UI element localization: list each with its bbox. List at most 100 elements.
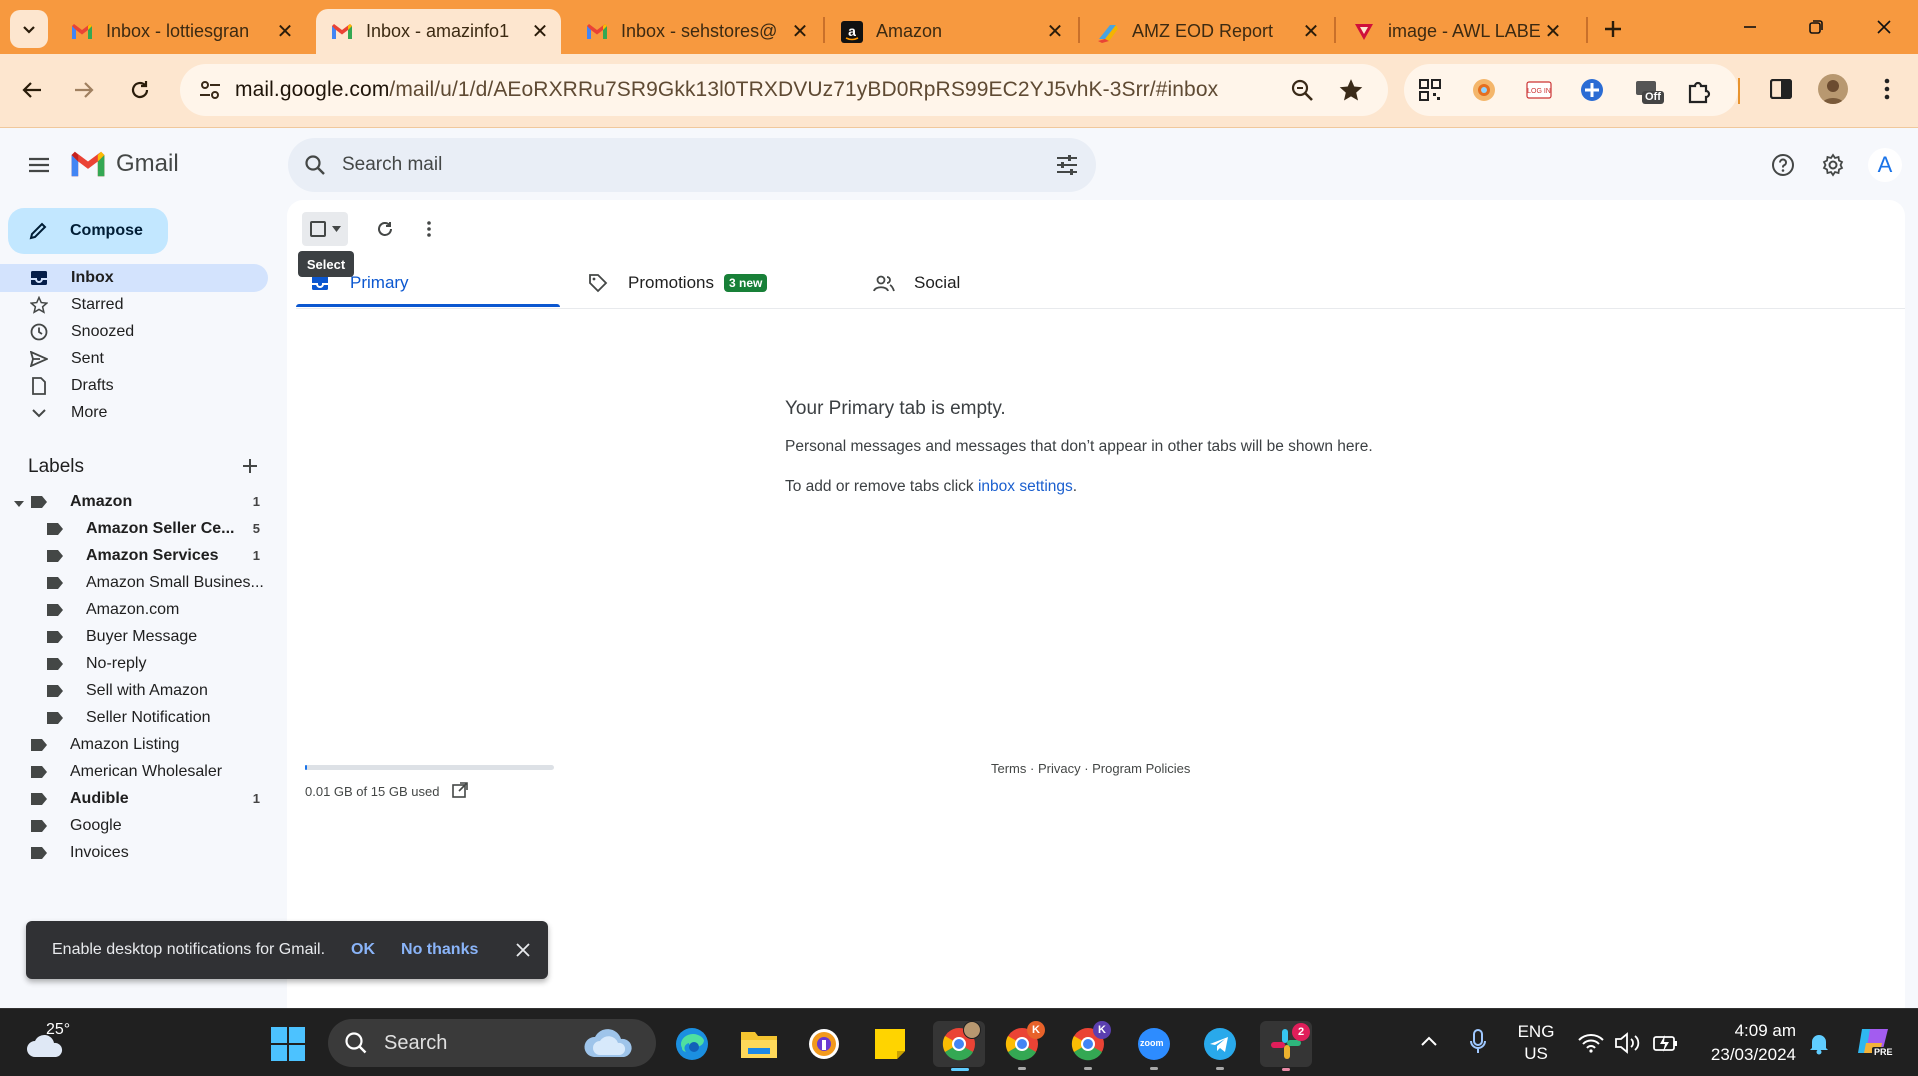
taskbar-search[interactable]: Search (328, 1019, 656, 1067)
create-label-button[interactable] (238, 454, 262, 478)
close-icon[interactable]: ✕ (789, 21, 811, 43)
forward-button[interactable] (64, 70, 104, 110)
reload-button[interactable] (120, 70, 160, 110)
sticky-notes-taskbar-icon[interactable] (867, 1021, 913, 1067)
label-item[interactable]: Amazon Small Busines... (0, 569, 270, 596)
qr-code-extension-icon[interactable] (1418, 78, 1442, 102)
gmail-logo[interactable]: Gmail (70, 150, 179, 178)
login-extension-icon[interactable]: LOG IN (1526, 78, 1552, 102)
tab-search-button[interactable] (10, 10, 48, 48)
nav-item-starred[interactable]: Starred (0, 291, 270, 319)
minimize-button[interactable] (1730, 10, 1770, 44)
snackbar-ok-button[interactable]: OK (351, 941, 375, 959)
program-policies-link[interactable]: Program Policies (1092, 761, 1190, 776)
label-item[interactable]: Buyer Message (0, 623, 270, 650)
chrome-taskbar-icon-active[interactable] (933, 1021, 985, 1071)
nav-item-drafts[interactable]: Drafts (0, 372, 270, 400)
close-icon[interactable] (516, 943, 531, 957)
tab-promotions[interactable]: Promotions 3 new (586, 262, 846, 304)
clock[interactable]: 4:09 am 23/03/2024 (1700, 1019, 1796, 1067)
address-bar[interactable]: mail.google.com/mail/u/1/d/AEoRXRRu7SR9G… (180, 64, 1388, 116)
main-menu-button[interactable] (22, 148, 56, 182)
refresh-button[interactable] (370, 214, 400, 244)
label-item[interactable]: Seller Notification (0, 704, 270, 731)
back-button[interactable] (12, 70, 52, 110)
label-name: Amazon Small Busines... (86, 573, 264, 591)
new-tab-button[interactable] (1596, 12, 1630, 46)
volume-icon[interactable] (1614, 1031, 1642, 1055)
label-item[interactable]: Google (0, 812, 270, 839)
support-button[interactable] (1768, 150, 1798, 180)
label-item[interactable]: Amazon.com (0, 596, 270, 623)
close-icon[interactable]: ✕ (1542, 21, 1564, 43)
close-icon[interactable]: ✕ (274, 21, 296, 43)
close-icon[interactable]: ✕ (529, 21, 551, 43)
side-panel-button[interactable] (1764, 72, 1798, 106)
label-item[interactable]: Amazon Seller Ce... 5 (0, 515, 270, 542)
browser-tab[interactable]: image - AWL LABE ✕ (1338, 9, 1574, 54)
browser-tab[interactable]: Inbox - sehstores@ ✕ (571, 9, 821, 54)
microphone-icon[interactable] (1470, 1029, 1486, 1055)
color-picker-extension-icon[interactable] (1472, 78, 1496, 102)
nav-item-inbox[interactable]: Inbox (0, 264, 268, 292)
restore-button[interactable] (1796, 10, 1836, 44)
compose-button[interactable]: Compose (8, 208, 168, 254)
label-item[interactable]: Amazon Listing (0, 731, 270, 758)
battery-charging-icon[interactable] (1652, 1033, 1680, 1053)
search-options-icon[interactable] (1056, 155, 1078, 175)
label-item[interactable]: American Wholesaler (0, 758, 270, 785)
browser-menu-button[interactable] (1870, 72, 1904, 106)
nav-item-more[interactable]: More (0, 399, 270, 427)
url-text[interactable]: mail.google.com/mail/u/1/d/AEoRXRRu7SR9G… (235, 78, 1218, 102)
video-off-extension-icon[interactable]: Off (1634, 78, 1664, 104)
puzzle-extensions-icon[interactable] (1686, 78, 1711, 104)
wifi-icon[interactable] (1578, 1033, 1604, 1053)
notification-bell-icon[interactable] (1808, 1031, 1830, 1055)
label-item[interactable]: Amazon 1 (0, 488, 270, 515)
profile-avatar[interactable] (1818, 74, 1848, 104)
site-settings-icon[interactable] (198, 79, 222, 101)
slack-taskbar-icon[interactable]: 2 (1260, 1021, 1312, 1071)
browser-tab[interactable]: AMZ EOD Report ✕ (1082, 9, 1332, 54)
edge-taskbar-icon[interactable] (669, 1021, 715, 1067)
chrome-taskbar-icon[interactable]: K (1065, 1021, 1111, 1070)
input-language[interactable]: ENG US (1516, 1021, 1556, 1065)
browser-tab[interactable]: Inbox - lottiesgran ✕ (56, 9, 306, 54)
nav-item-snoozed[interactable]: Snoozed (0, 318, 270, 346)
chevron-up-icon[interactable] (1420, 1035, 1438, 1047)
chrome-taskbar-icon[interactable]: K (999, 1021, 1045, 1070)
label-item[interactable]: Audible 1 (0, 785, 270, 812)
gamepad-extension-icon[interactable] (1580, 78, 1604, 102)
close-icon[interactable]: ✕ (1300, 21, 1322, 43)
vpn-taskbar-icon[interactable] (801, 1021, 847, 1067)
snackbar-no-thanks-button[interactable]: No thanks (401, 941, 478, 959)
start-button[interactable] (265, 1021, 311, 1067)
privacy-link[interactable]: Privacy (1038, 761, 1081, 776)
close-window-button[interactable] (1864, 10, 1904, 44)
select-checkbox[interactable] (302, 212, 348, 246)
label-item[interactable]: Invoices (0, 839, 270, 866)
account-avatar[interactable]: A (1868, 148, 1902, 182)
zoom-icon[interactable] (1290, 78, 1314, 102)
zoom-taskbar-icon[interactable]: zoom (1131, 1021, 1177, 1070)
search-input[interactable]: Search mail (342, 154, 442, 176)
inbox-settings-link[interactable]: inbox settings (978, 478, 1073, 495)
file-explorer-taskbar-icon[interactable] (736, 1021, 782, 1067)
search-bar[interactable]: Search mail (288, 138, 1096, 192)
more-actions-button[interactable] (414, 214, 444, 244)
label-item[interactable]: Amazon Services 1 (0, 542, 270, 569)
open-external-icon[interactable] (452, 782, 468, 798)
nav-item-sent[interactable]: Sent (0, 345, 270, 373)
terms-link[interactable]: Terms (991, 761, 1026, 776)
close-icon[interactable]: ✕ (1044, 21, 1066, 43)
telegram-taskbar-icon[interactable] (1197, 1021, 1243, 1070)
weather-widget[interactable]: 25° (24, 1019, 84, 1067)
label-item[interactable]: Sell with Amazon (0, 677, 270, 704)
label-item[interactable]: No-reply (0, 650, 270, 677)
copilot-icon[interactable]: PRE (1856, 1025, 1895, 1061)
browser-tab[interactable]: a Amazon ✕ (826, 9, 1076, 54)
settings-button[interactable] (1818, 150, 1848, 180)
browser-tab-active[interactable]: Inbox - amazinfo1 ✕ (316, 9, 561, 54)
tab-social[interactable]: Social (872, 262, 1132, 304)
bookmark-star-icon[interactable] (1338, 77, 1364, 103)
